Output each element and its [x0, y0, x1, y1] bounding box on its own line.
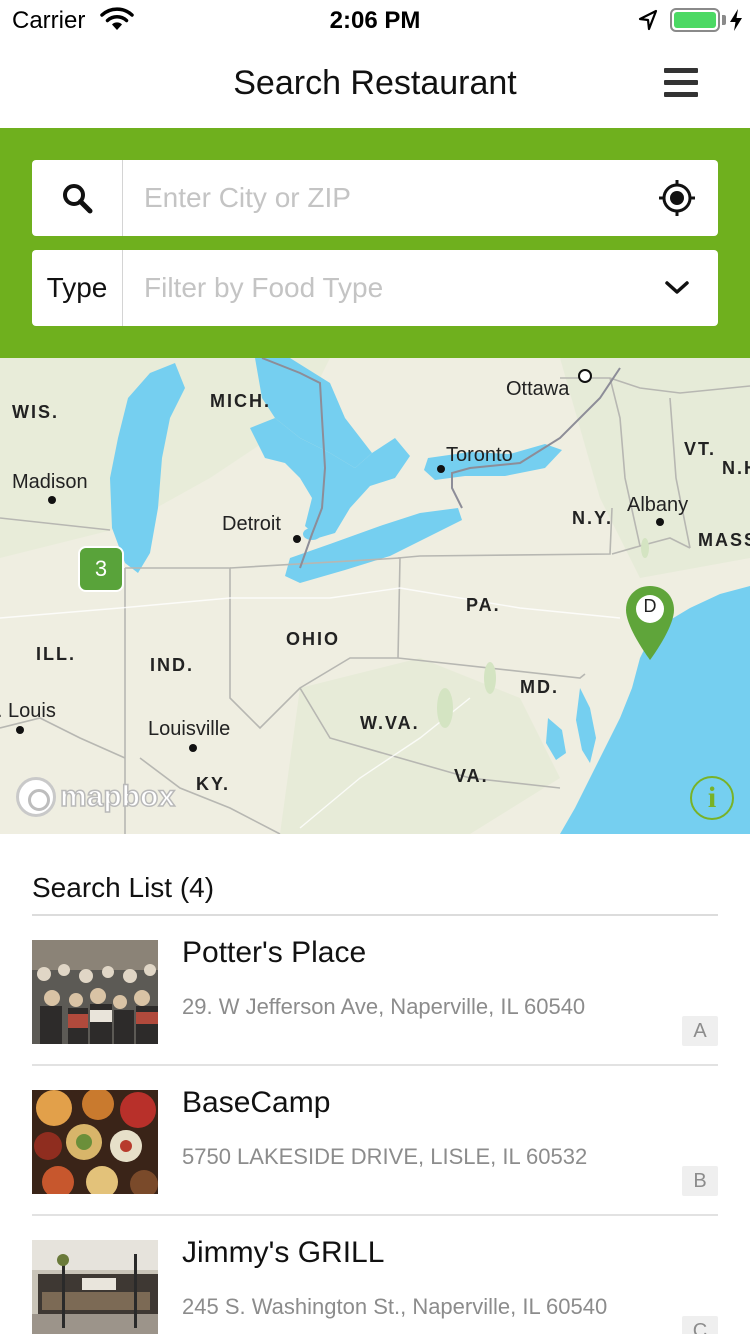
mapbox-attribution-text: mapbox	[59, 779, 176, 814]
capital-dot-ottawa	[578, 369, 592, 383]
search-icon	[63, 184, 93, 214]
city-dot-st-louis	[16, 726, 24, 734]
map-label-pa: PA.	[466, 595, 501, 615]
city-zip-input[interactable]	[124, 160, 624, 236]
city-search-field	[32, 160, 718, 236]
restaurant-address: 29. W Jefferson Ave, Naperville, IL 6054…	[182, 994, 586, 1019]
map-label-mass: MASS	[698, 530, 750, 550]
battery-cap	[722, 15, 726, 25]
restaurant-name: Jimmy's GRILL	[182, 1236, 385, 1269]
map-label-albany: Albany	[627, 494, 689, 516]
restaurant-name: Potter's Place	[182, 936, 367, 969]
city-dot-detroit	[293, 535, 301, 543]
search-panel: Type	[0, 128, 750, 358]
city-dot-toronto	[437, 465, 445, 473]
map-label-ind: IND.	[150, 655, 194, 675]
list-item[interactable]: BaseCamp 5750 LAKESIDE DRIVE, LISLE, IL …	[32, 1066, 718, 1216]
restaurant-address: 245 S. Washington St., Naperville, IL 60…	[182, 1294, 608, 1319]
map-label-louisville: Louisville	[148, 718, 231, 740]
map-label-ottawa: Ottawa	[506, 378, 570, 400]
type-label-cell: Type	[32, 250, 123, 326]
info-icon[interactable]: i	[690, 776, 734, 820]
chevron-down-icon[interactable]	[658, 269, 696, 307]
map-label-wis: WIS.	[12, 402, 59, 422]
map-label-wva: W.VA.	[360, 713, 420, 733]
city-dot-madison	[48, 496, 56, 504]
restaurant-address: 5750 LAKESIDE DRIVE, LISLE, IL 60532	[182, 1144, 588, 1169]
battery-icon	[670, 8, 720, 32]
search-list-header: Search List (4)	[32, 872, 215, 903]
map-label-ky: KY.	[196, 774, 231, 794]
food-type-filter-field[interactable]: Type	[32, 250, 718, 326]
map-label-md: MD.	[520, 677, 559, 697]
mapbox-logo[interactable]: mapbox	[16, 776, 176, 818]
city-dot-albany	[656, 518, 664, 526]
type-label: Type	[46, 272, 108, 303]
map-label-ny: N.Y.	[572, 508, 614, 528]
battery-level	[674, 12, 716, 28]
map-label-detroit: Detroit	[222, 513, 281, 535]
food-type-select[interactable]	[124, 250, 624, 326]
map-label-toronto: Toronto	[446, 444, 513, 466]
hamburger-menu-icon[interactable]	[664, 68, 700, 102]
list-item[interactable]: Jimmy's GRILL 245 S. Washington St., Nap…	[32, 1216, 718, 1334]
city-dot-louisville	[189, 744, 197, 752]
map-view[interactable]: WIS. MICH. Ottawa Toronto VT. N.H Madiso…	[0, 358, 750, 834]
status-bar: Carrier 2:06 PM	[0, 0, 750, 40]
restaurant-thumbnail	[32, 1240, 158, 1334]
map-label-vt: VT.	[684, 439, 717, 459]
list-item[interactable]: Potter's Place 29. W Jefferson Ave, Nape…	[32, 916, 718, 1066]
search-list: Search List (4) Potter's Place 29. W Jef…	[0, 834, 750, 1334]
mapbox-logo-icon	[16, 777, 56, 817]
restaurant-marker-badge: B	[682, 1166, 718, 1196]
map-label-ohio: OHIO	[286, 629, 341, 649]
map-label-mich: MICH.	[210, 391, 271, 411]
map-label-madison: Madison	[12, 471, 88, 493]
map-label-nh: N.H	[722, 458, 750, 478]
page-title: Search Restaurant	[233, 64, 517, 102]
restaurant-marker-badge: A	[682, 1016, 718, 1046]
restaurant-thumbnail	[32, 940, 158, 1044]
search-button[interactable]	[32, 160, 123, 236]
restaurant-marker-badge: C	[682, 1316, 718, 1334]
map-label-st-louis: St. Louis	[0, 700, 56, 722]
map-label-ill: ILL.	[36, 644, 76, 664]
map-label-va: VA.	[454, 766, 489, 786]
charging-bolt-icon	[729, 8, 743, 37]
map-cluster-marker[interactable]: 3	[78, 546, 124, 592]
navigation-bar: Search Restaurant	[0, 40, 750, 128]
map-pin-marker[interactable]: D	[624, 584, 676, 662]
restaurant-thumbnail	[32, 1090, 158, 1194]
location-arrow-icon	[638, 9, 658, 36]
map-pin-letter: D	[643, 596, 657, 616]
restaurant-name: BaseCamp	[182, 1086, 331, 1119]
crosshair-location-icon[interactable]	[658, 179, 696, 217]
